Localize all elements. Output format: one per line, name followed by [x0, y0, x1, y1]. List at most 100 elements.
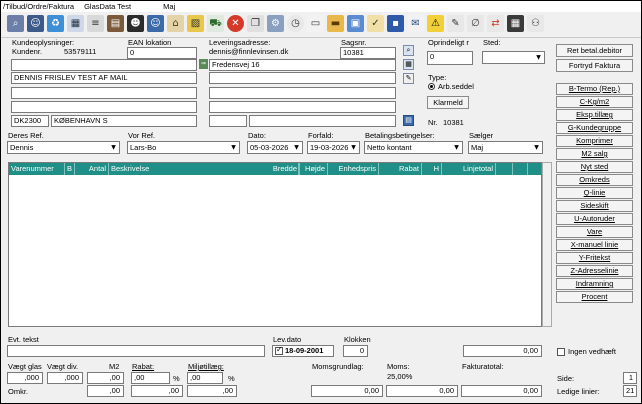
delivery-line3-field[interactable] [209, 87, 396, 99]
y-fritekst-button[interactable]: Y-Fritekst [556, 252, 633, 264]
oprindeligt-field[interactable]: 0 [427, 51, 473, 65]
column-header-varenummer[interactable]: Varenummer [9, 163, 65, 175]
komprimer-button[interactable]: Komprimer [556, 135, 633, 147]
network-icon[interactable]: ⚇ [527, 15, 544, 32]
chevron-down-icon: ▼ [454, 144, 459, 151]
evt-tekst-field[interactable] [7, 345, 265, 357]
calculator-icon[interactable]: ▦ [507, 15, 524, 32]
user-icon[interactable]: ☺ [147, 15, 164, 32]
indramning-button[interactable]: Indramning [556, 278, 633, 290]
ean-field[interactable]: 0 [127, 47, 197, 59]
checklist-icon[interactable]: ✓ [367, 15, 384, 32]
z-adresselinie-button[interactable]: Z-Adresselinie [556, 265, 633, 277]
forfald-value: 19-03-2026 [310, 143, 349, 152]
eksp-tillaeg-button[interactable]: Eksp.tillæg [556, 109, 633, 121]
column-header-hojde[interactable]: Højde [300, 163, 328, 175]
picture-icon[interactable]: ▨ [187, 15, 204, 32]
calendar-icon[interactable]: ▦ [67, 15, 84, 32]
search-icon[interactable]: ⌕ [403, 45, 414, 56]
saelger-dropdown[interactable]: Maj ▼ [468, 141, 543, 154]
dato-picker[interactable]: 05-03-2026 ▼ [247, 141, 303, 154]
map-icon[interactable]: ▦ [403, 59, 414, 70]
vor-ref-dropdown[interactable]: Lars-Bo ▼ [127, 141, 240, 154]
delivery-street-field[interactable]: Fredensvej 16 [209, 59, 396, 71]
deres-ref-dropdown[interactable]: Dennis ▼ [7, 141, 120, 154]
delivery-zip-field[interactable] [209, 115, 247, 127]
c-kg-m2-button[interactable]: C-Kg/m2 [556, 96, 633, 108]
klarmeld-button[interactable]: Klarmeld [427, 96, 469, 109]
column-header-extra1 [496, 163, 513, 175]
klokken-field[interactable]: 0 [343, 345, 368, 357]
ledige-field: 21 [623, 385, 637, 397]
ingen-vedhaeft-checkbox[interactable] [557, 348, 565, 356]
person-icon[interactable]: ☻ [127, 15, 144, 32]
miljo-field[interactable]: ,00 [187, 372, 223, 384]
recycle-icon[interactable]: ♻ [47, 15, 64, 32]
sideskift-button[interactable]: Sideskift [556, 200, 633, 212]
omkr-field[interactable]: ,00 [87, 385, 124, 397]
refresh-icon[interactable]: ⇄ [487, 15, 504, 32]
g-kundegruppe-button[interactable]: G-Kundegruppe [556, 122, 633, 134]
attach-icon[interactable]: ∅ [467, 15, 484, 32]
customer-zip-field[interactable]: DK2300 [11, 115, 49, 127]
customer-line1-field[interactable] [11, 59, 197, 71]
customer-line3-field[interactable] [11, 87, 197, 99]
eraser-icon[interactable]: ✎ [403, 73, 414, 84]
ret-betal-debitor-button[interactable]: Ret betal.debitor [556, 44, 633, 57]
warning-icon[interactable]: ⚠ [427, 15, 444, 32]
customer-name-field[interactable]: DENNIS FRISLEV TEST AF MAIL [11, 72, 197, 84]
cart-icon[interactable]: ⛟ [207, 15, 224, 32]
u-autoruder-button[interactable]: U-Autoruder [556, 213, 633, 225]
list-icon[interactable]: ≡ [87, 15, 104, 32]
settings-icon[interactable]: ⚙ [267, 15, 284, 32]
delivery-line2-field[interactable] [209, 72, 396, 84]
document-icon[interactable]: ▭ [307, 15, 324, 32]
fortryd-faktura-button[interactable]: Fortryd Faktura [556, 59, 633, 72]
delivery-line4-field[interactable] [209, 101, 396, 113]
vare-button[interactable]: Vare [556, 226, 633, 238]
sted-dropdown[interactable]: ▼ [482, 51, 545, 64]
house-icon[interactable]: ⌂ [167, 15, 184, 32]
copy-address-icon[interactable]: ⇒ [199, 59, 208, 69]
b-termo-button[interactable]: B-Termo (Rep.) [556, 83, 633, 95]
procent-button[interactable]: Procent [556, 291, 633, 303]
save-icon[interactable]: ▪ [387, 15, 404, 32]
column-header-b[interactable]: B [65, 163, 75, 175]
customer-line4-field[interactable] [11, 101, 197, 113]
folder-icon[interactable]: ▬ [327, 15, 344, 32]
m2-salg-button[interactable]: M2 salg [556, 148, 633, 160]
rabat-field[interactable]: ,00 [131, 372, 170, 384]
sagsnr-field[interactable]: 10381 [340, 47, 396, 59]
delivery-email: dennis@finnlevinsen.dk [209, 47, 289, 56]
delivery-city-field[interactable] [249, 115, 396, 127]
customer-city-field[interactable]: KØBENHAVN S [51, 115, 197, 127]
levdato-checkbox[interactable]: ✓ [275, 345, 283, 355]
column-header-rabat[interactable]: Rabat [379, 163, 422, 175]
forfald-picker[interactable]: 19-03-2026 ▼ [307, 141, 360, 154]
betaling-dropdown[interactable]: Netto kontant ▼ [364, 141, 463, 154]
type-radio[interactable] [428, 83, 435, 90]
binoculars-icon[interactable]: ⌕ [7, 15, 24, 32]
m2-label: M2 [109, 362, 120, 371]
notebook-icon[interactable]: ▤ [107, 15, 124, 32]
customer-icon[interactable]: ☺ [27, 15, 44, 32]
nr-label: Nr. [428, 118, 438, 127]
nyt-sted-button[interactable]: Nyt sted [556, 161, 633, 173]
order-lines-table[interactable]: Varenummer B Antal Beskrivelse Bredde Hø… [8, 162, 542, 327]
column-header-antal[interactable]: Antal [75, 163, 109, 175]
mail-icon[interactable]: ✉ [407, 15, 424, 32]
column-header-bredde[interactable]: Bredde [269, 163, 300, 175]
clock-icon[interactable]: ◷ [287, 15, 304, 32]
column-header-linjetotal[interactable]: Linjetotal [442, 163, 496, 175]
pen-icon[interactable]: ✎ [447, 15, 464, 32]
column-header-enhedspris[interactable]: Enhedspris [328, 163, 379, 175]
table-scrollbar[interactable] [542, 162, 552, 327]
q-linie-button[interactable]: Q-linie [556, 187, 633, 199]
x-manuel-linie-button[interactable]: X-manuel linie [556, 239, 633, 251]
stop-icon[interactable]: ✕ [227, 15, 244, 32]
book-icon[interactable]: ▤ [403, 115, 414, 126]
window-icon[interactable]: ▣ [347, 15, 364, 32]
column-header-h[interactable]: H [422, 163, 442, 175]
copy-icon[interactable]: ❐ [247, 15, 264, 32]
omkreds-button[interactable]: Omkreds [556, 174, 633, 186]
